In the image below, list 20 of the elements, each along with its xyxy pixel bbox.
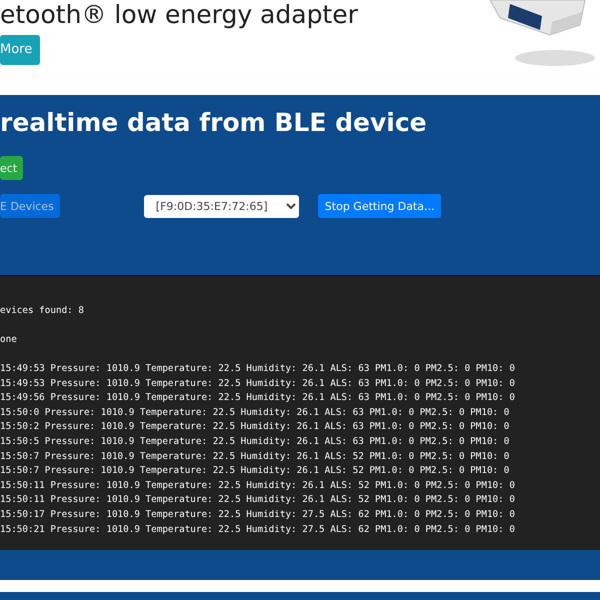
reading-line: 15:50:7 Pressure: 1010.9 Temperature: 22.5 Humidity: 26.1 ALS: 52 PM1.0: 0 PM2.5: 0 PM10: 0 <box>0 464 510 478</box>
more-button[interactable]: More <box>0 35 40 65</box>
reading-line: 15:49:56 Pressure: 1010.9 Temperature: 22.5 Humidity: 26.1 ALS: 63 PM1.0: 0 PM2.5: 0 PM10: 0 <box>0 391 516 406</box>
page-heading: etooth® low energy adapter <box>0 0 358 29</box>
status-line: evices found: 8 <box>0 304 85 318</box>
connect-button[interactable]: ect <box>0 156 24 180</box>
reading-line: 15:49:53 Pressure: 1010.9 Temperature: 22.5 Humidity: 26.1 ALS: 63 PM1.0: 0 PM2.5: 0 PM10: 0 <box>0 362 516 376</box>
reading-line: 15:49:53 Pressure: 1010.9 Temperature: 22.5 Humidity: 26.1 ALS: 63 PM1.0: 0 PM2.5: 0 PM10: 0 <box>0 376 516 391</box>
device-select[interactable]: [F9:0D:35:E7:72:65] <box>144 194 299 218</box>
reading-line: 15:50:2 Pressure: 1010.9 Temperature: 22.5 Humidity: 26.1 ALS: 63 PM1.0: 0 PM2.5: 0 PM10: 0 <box>0 420 510 434</box>
reading-line: 15:50:11 Pressure: 1010.9 Temperature: 22.5 Humidity: 26.1 ALS: 52 PM1.0: 0 PM2.5: 0 PM10: 0 <box>0 493 516 508</box>
reading-line: 15:50:17 Pressure: 1010.9 Temperature: 22.5 Humidity: 27.5 ALS: 62 PM1.0: 0 PM2.5: 0 PM10: 0 <box>0 508 516 522</box>
status-line: one <box>0 332 18 347</box>
reading-line: 15:50:21 Pressure: 1010.9 Temperature: 22.5 Humidity: 27.5 ALS: 62 PM1.0: 0 PM2.5: 0 PM10: 0 <box>0 522 516 536</box>
reading-line: 15:50:11 Pressure: 1010.9 Temperature: 22.5 Humidity: 26.1 ALS: 52 PM1.0: 0 PM2.5: 0 PM10: 0 <box>0 478 516 493</box>
section-title: realtime data from BLE device <box>0 108 428 137</box>
reading-line: 15:50:7 Pressure: 1010.9 Temperature: 22.5 Humidity: 26.1 ALS: 52 PM1.0: 0 PM2.5: 0 PM10: 0 <box>0 450 510 464</box>
reading-line: 15:50:5 Pressure: 1010.9 Temperature: 22.5 Humidity: 26.1 ALS: 63 PM1.0: 0 PM2.5: 0 PM10: 0 <box>0 434 510 449</box>
stop-getting-data-button[interactable]: Stop Getting Data... <box>318 194 442 218</box>
reading-line: 15:50:0 Pressure: 1010.9 Temperature: 22.5 Humidity: 26.1 ALS: 63 PM1.0: 0 PM2.5: 0 PM10: 0 <box>0 406 510 420</box>
